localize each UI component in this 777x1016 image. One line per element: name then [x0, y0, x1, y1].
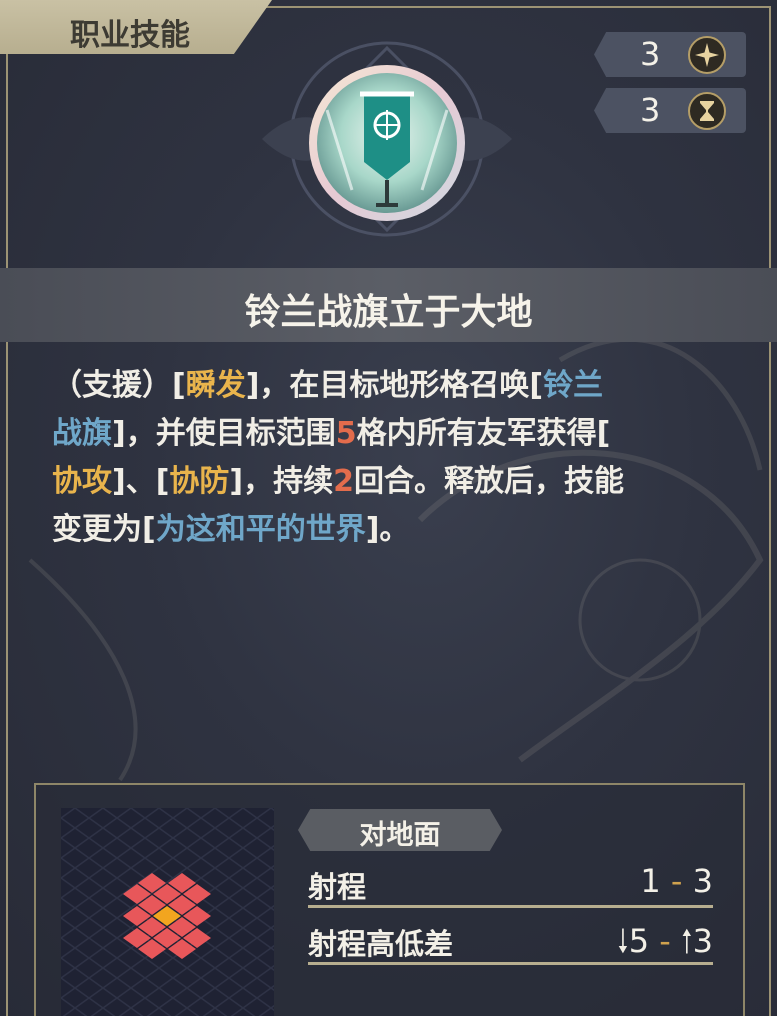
hourglass-cooldown-icon [688, 92, 726, 130]
range-min: 1 [640, 862, 661, 900]
keyword-lily-banner: 铃兰 [543, 368, 604, 403]
tab-label: 职业技能 [70, 18, 190, 53]
desc-text: ]、[ [112, 464, 170, 499]
desc-text: 格内所有友军获得[ [356, 416, 611, 451]
skill-detail-panel: 职业技能 3 3 铃兰战旗立于大地 （支援）[瞬发]，在目标地形格召唤[铃兰 战… [0, 0, 777, 1016]
target-type-tab[interactable]: 对地面 [298, 809, 502, 851]
height-diff-row: 射程高低差 🠓5 - 🠑3 [308, 915, 713, 965]
height-down: 5 [628, 922, 650, 960]
height-diff-label: 射程高低差 [308, 927, 454, 961]
description-line-4: 变更为[为这和平的世界]。 [52, 506, 724, 554]
range-row: 射程 1 - 3 [308, 858, 713, 908]
description-line-1: （支援）[瞬发]，在目标地形格召唤[铃兰 [52, 362, 724, 410]
arrow-down-icon: 🠓 [617, 922, 629, 960]
keyword-lily-banner-cont: 战旗 [52, 416, 112, 451]
desc-text: ]。 [365, 512, 410, 547]
cooldown-stat: 3 [594, 88, 746, 133]
keyword-assist-attack: 协攻 [52, 464, 112, 499]
description-line-3: 协攻]、[协防]，持续2回合。释放后，技能 [52, 458, 724, 506]
number-duration: 2 [333, 464, 355, 499]
skill-emblem [252, 40, 522, 270]
cost-stat: 3 [594, 32, 746, 77]
range-separator: - [670, 862, 683, 900]
skill-description: （支援）[瞬发]，在目标地形格召唤[铃兰 战旗]，并使目标范围5格内所有友军获得… [52, 362, 724, 554]
range-max: 3 [692, 862, 713, 900]
number-range: 5 [335, 416, 357, 451]
range-grid-preview [61, 808, 274, 1016]
range-label: 射程 [308, 870, 367, 904]
keyword-for-this-peaceful-world: 为这和平的世界 [155, 512, 366, 547]
arrow-up-icon: 🠑 [681, 922, 693, 960]
height-separator: - [659, 922, 671, 960]
desc-text: （支援）[ [52, 368, 186, 403]
keyword-instant: 瞬发 [185, 368, 246, 403]
skill-name-bar: 铃兰战旗立于大地 [0, 268, 777, 342]
height-up: 3 [692, 922, 713, 960]
cooldown-value: 3 [640, 91, 661, 129]
cost-value: 3 [640, 35, 661, 73]
class-skill-tab[interactable]: 职业技能 [0, 0, 272, 54]
target-type-label: 对地面 [359, 820, 441, 851]
keyword-assist-defense: 协防 [169, 464, 230, 499]
desc-text: 回合。释放后，技能 [354, 464, 625, 499]
desc-text: 变更为[ [52, 512, 156, 547]
desc-text: ]，持续 [229, 464, 334, 499]
sparkle-cost-icon [688, 36, 726, 74]
description-line-2: 战旗]，并使目标范围5格内所有友军获得[ [52, 410, 724, 458]
range-value: 1 - 3 [640, 862, 713, 900]
desc-text: ]，在目标地形格召唤[ [245, 368, 544, 403]
range-tiles [123, 873, 211, 959]
desc-text: ]，并使目标范围 [112, 416, 336, 451]
skill-name: 铃兰战旗立于大地 [244, 292, 533, 333]
height-diff-value: 🠓5 - 🠑3 [617, 919, 713, 973]
